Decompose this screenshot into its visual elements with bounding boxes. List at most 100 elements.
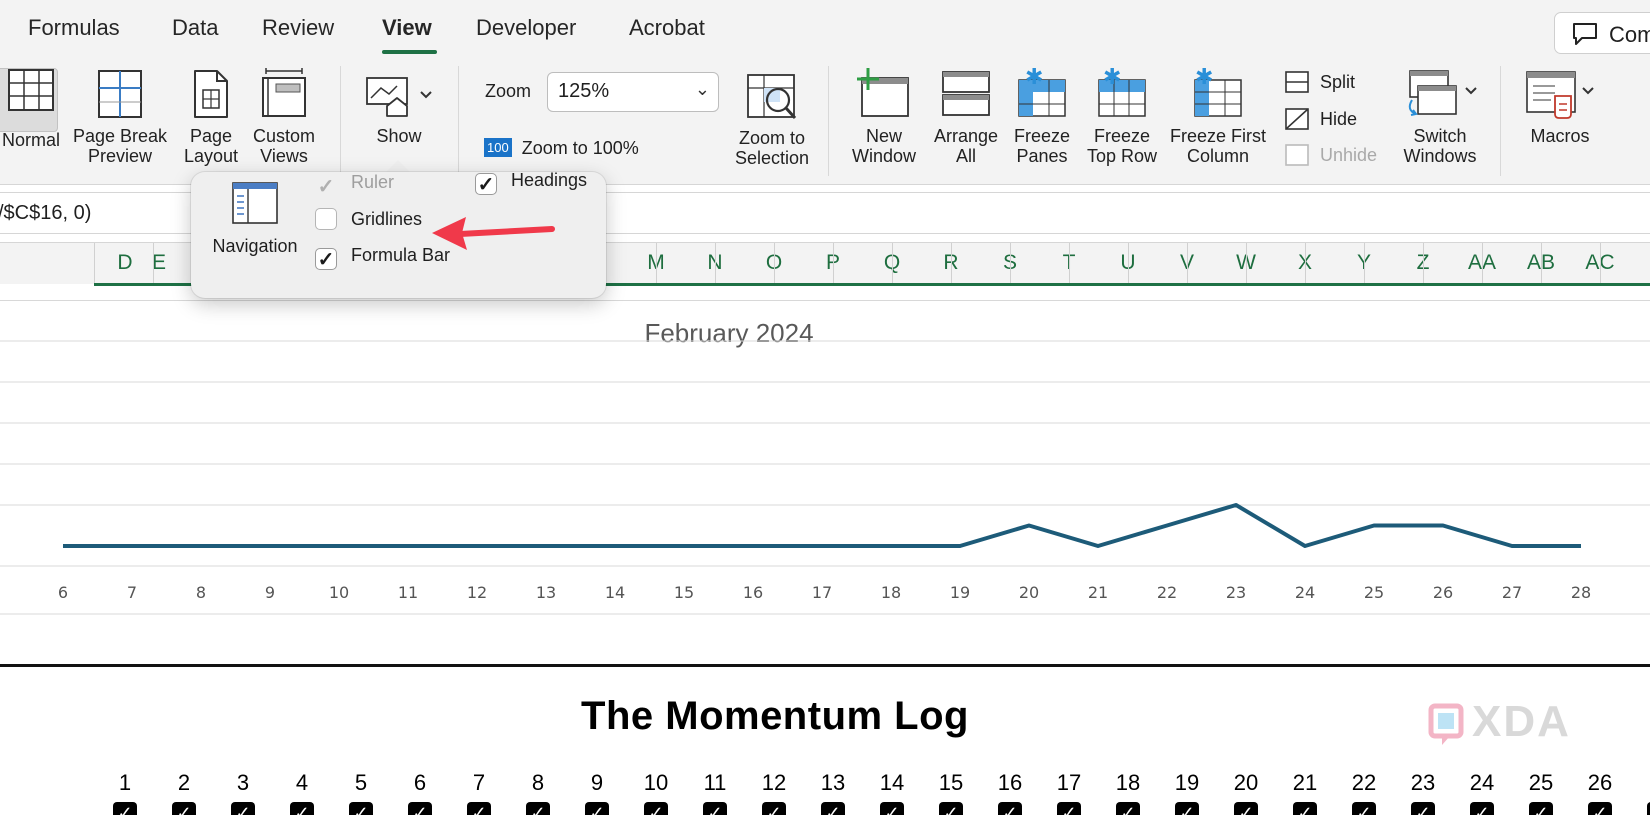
day-checkbox[interactable]: ✓ — [880, 802, 904, 815]
day-checkbox[interactable]: ✓ — [1352, 802, 1376, 815]
freeze-top-row-label-1: Freeze — [1093, 126, 1151, 146]
column-separator — [1541, 243, 1542, 285]
day-checkbox[interactable]: ✓ — [526, 802, 550, 815]
unhide-button[interactable]: Unhide — [1284, 143, 1377, 167]
formula-bar-checkbox[interactable]: ✓ — [315, 248, 337, 271]
tab-acrobat[interactable]: Acrobat — [629, 15, 705, 41]
day-checkbox[interactable]: ✓ — [998, 802, 1022, 815]
day-number: 2 — [1639, 770, 1650, 796]
comments-button[interactable]: Com — [1554, 12, 1650, 54]
macros-icon — [1526, 71, 1594, 119]
headings-checkbox[interactable]: ✓ — [475, 173, 497, 196]
xda-watermark: XDA — [1472, 697, 1571, 746]
day-checkbox[interactable]: ✓ — [231, 802, 255, 815]
unhide-icon — [1285, 144, 1309, 166]
new-window-label-1: New — [865, 126, 902, 146]
day-checkbox[interactable]: ✓ — [113, 802, 137, 815]
tab-developer[interactable]: Developer — [476, 15, 576, 41]
day-number: 17 — [1056, 770, 1082, 795]
day-checkbox[interactable]: ✓ — [821, 802, 845, 815]
chart-x-tick-label: 27 — [1502, 583, 1522, 602]
day-checkbox[interactable]: ✓ — [290, 802, 314, 815]
chart-x-tick-label: 12 — [467, 583, 487, 602]
macros-label: Macros — [1530, 126, 1590, 146]
day-checkbox[interactable]: ✓ — [1529, 802, 1553, 815]
normal-view-button[interactable]: Normal — [0, 64, 62, 150]
day-checkbox[interactable]: ✓ — [1234, 802, 1258, 815]
column-separator — [153, 243, 154, 285]
day-checkbox[interactable]: ✓ — [172, 802, 196, 815]
chart-x-tick-label: 20 — [1019, 583, 1039, 602]
ribbon-separator — [828, 66, 829, 176]
gridlines-checkbox-row[interactable]: Gridlines — [315, 208, 422, 230]
page-break-preview-label-2: Preview — [87, 146, 153, 166]
hide-icon — [1285, 108, 1309, 130]
chart-series-line — [63, 503, 1581, 548]
freeze-top-row-button[interactable]: ✱ Freeze Top Row — [1080, 68, 1164, 166]
zoom-to-selection-label-2: Selection — [734, 148, 810, 168]
freeze-panes-button[interactable]: ✱ Freeze Panes — [1008, 68, 1076, 166]
line-chart[interactable]: 6 7 8 9 10 11 12 13 14 15 16 17 18 19 20 21 22 23 24 25 26 27… — [0, 301, 1650, 663]
page-break-preview-button[interactable]: Page Break Preview — [70, 68, 170, 166]
navigation-button[interactable]: Navigation — [205, 180, 305, 257]
day-number: 4 — [295, 770, 309, 795]
day-checkbox[interactable]: ✓ — [1293, 802, 1317, 815]
arrange-all-button[interactable]: Arrange All — [928, 68, 1004, 166]
chart-x-tick-label: 22 — [1157, 583, 1177, 602]
column-separator — [1305, 243, 1306, 285]
day-number: 10 — [643, 770, 669, 795]
day-checkbox[interactable]: ✓ — [1175, 802, 1199, 815]
page-layout-button[interactable]: Page Layout — [176, 68, 246, 166]
chart-x-tick-label: 9 — [265, 583, 275, 602]
day-checkbox[interactable]: ✓ — [644, 802, 668, 815]
column-separator — [951, 243, 952, 285]
active-tab-indicator — [382, 50, 437, 54]
show-button[interactable]: Show — [356, 72, 442, 146]
day-number: 24 — [1469, 770, 1495, 795]
hide-label: Hide — [1320, 109, 1358, 129]
day-checkbox[interactable]: ✓ — [1470, 802, 1494, 815]
day-checkbox[interactable]: ✓ — [349, 802, 373, 815]
gridlines-checkbox[interactable] — [315, 208, 337, 230]
day-number: 11 — [703, 770, 727, 795]
column-header[interactable]: E — [130, 251, 188, 275]
day-number: 1 — [118, 770, 132, 795]
zoom-to-100-button[interactable]: 100 Zoom to 100% — [484, 138, 639, 159]
chevron-down-icon: ⌄ — [694, 79, 710, 99]
day-checkbox[interactable]: ✓ — [1116, 802, 1140, 815]
split-label: Split — [1320, 72, 1356, 92]
chart-x-tick-label: 17 — [812, 583, 832, 602]
zoom-select[interactable]: 125% ⌄ — [547, 72, 719, 112]
tab-data[interactable]: Data — [172, 15, 218, 41]
day-checkbox[interactable]: ✓ — [408, 802, 432, 815]
column-separator — [1482, 243, 1483, 285]
column-header[interactable]: A — [1630, 251, 1650, 275]
tab-review[interactable]: Review — [262, 15, 334, 41]
freeze-panes-icon: ✱ — [1018, 68, 1066, 117]
ribbon-separator — [1500, 66, 1501, 176]
xda-logo-icon — [1428, 703, 1464, 745]
switch-windows-button[interactable]: Switch Windows — [1392, 68, 1488, 166]
tab-formulas[interactable]: Formulas — [28, 15, 120, 41]
ruler-checkbox-row: ✓ Ruler — [315, 172, 394, 198]
zoom-to-selection-button[interactable]: Zoom to Selection — [724, 72, 820, 168]
tab-view[interactable]: View — [382, 15, 432, 41]
macros-button[interactable]: Macros — [1516, 68, 1604, 146]
day-checkbox[interactable]: ✓ — [762, 802, 786, 815]
chart-x-tick-label: 6 — [58, 583, 68, 602]
day-checkbox[interactable]: ✓ — [1411, 802, 1435, 815]
day-checkbox[interactable]: ✓ — [1588, 802, 1612, 815]
day-checkbox[interactable]: ✓ — [467, 802, 491, 815]
day-checkbox[interactable]: ✓ — [703, 802, 727, 815]
day-checkbox[interactable]: ✓ — [939, 802, 963, 815]
headings-checkbox-row[interactable]: ✓ Headings — [475, 170, 587, 196]
split-button[interactable]: Split — [1284, 70, 1355, 94]
new-window-button[interactable]: New Window — [843, 68, 925, 166]
freeze-first-column-button[interactable]: ✱ Freeze First Column — [1166, 68, 1270, 166]
hide-button[interactable]: Hide — [1284, 107, 1357, 131]
custom-views-button[interactable]: Custom Views — [246, 68, 322, 166]
page-layout-label-1: Page — [189, 126, 233, 146]
day-checkbox[interactable]: ✓ — [1057, 802, 1081, 815]
chart-x-tick-label: 19 — [950, 583, 970, 602]
day-checkbox[interactable]: ✓ — [585, 802, 609, 815]
